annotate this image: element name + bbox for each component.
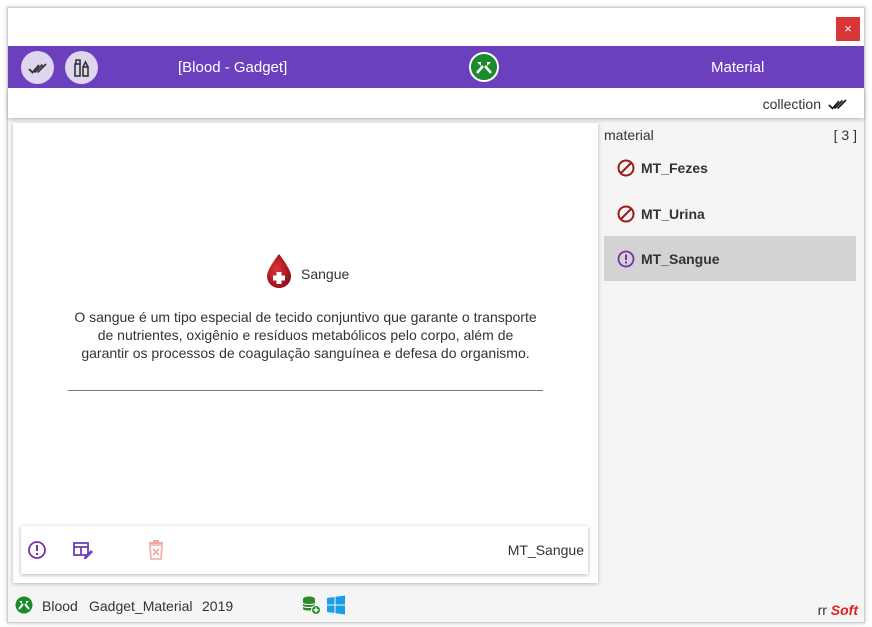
footer-year: 2019 (202, 598, 234, 614)
item-description: O sangue é um tipo especial de tecido co… (74, 309, 537, 361)
delete-button[interactable] (144, 538, 168, 562)
collection-label[interactable]: collection (763, 96, 821, 112)
list-item-mt-fezes[interactable]: MT_Fezes (604, 145, 856, 190)
info-button[interactable] (25, 538, 49, 562)
material-list-panel: material [ 3 ] MT_Fezes MT_Urina MT_Sang… (604, 123, 860, 583)
app-logo-icon[interactable] (469, 52, 499, 82)
item-header: Sangue (263, 252, 349, 295)
delete-icon (149, 540, 163, 560)
app-window: × [Blood - Gadget] Material collection S… (7, 7, 865, 623)
header-bar: [Blood - Gadget] Material (8, 46, 864, 88)
detail-card: Sangue O sangue é um tipo especial de te… (13, 123, 598, 583)
header-section-label: Material (711, 59, 765, 76)
app-logo-icon (15, 596, 33, 619)
list-item-mt-urina[interactable]: MT_Urina (604, 191, 856, 236)
database-add-icon[interactable] (301, 595, 321, 620)
item-name: Sangue (301, 265, 350, 282)
list-count: [ 3 ] (833, 127, 857, 143)
list-item-label: MT_Urina (641, 205, 705, 222)
blocked-icon (617, 205, 635, 222)
title-bar: × (8, 8, 864, 46)
brand-name: Soft (830, 602, 858, 618)
list-item-label: MT_Fezes (641, 159, 708, 176)
close-button[interactable]: × (836, 17, 860, 41)
list-item-mt-sangue[interactable]: MT_Sangue (604, 236, 856, 281)
status-bar: Blood Gadget_Material 2019 rr Soft (8, 591, 864, 623)
list-item-label: MT_Sangue (641, 250, 720, 267)
collection-bar: collection (8, 88, 864, 118)
divider (68, 390, 543, 391)
tools-button[interactable] (65, 51, 98, 84)
footer-app-name: Blood (42, 598, 78, 614)
windows-icon[interactable] (326, 595, 346, 620)
footer-module-name: Gadget_Material (89, 598, 193, 614)
brand-logo: rr Soft (818, 602, 858, 618)
tools-icon (73, 58, 89, 77)
alert-circle-icon (28, 541, 46, 559)
table-edit-icon (73, 542, 93, 559)
list-title: material (604, 127, 654, 143)
brand-prefix: rr (817, 602, 827, 618)
action-bar: MT_Sangue (21, 526, 588, 574)
double-check-button[interactable] (21, 51, 54, 84)
double-check-icon[interactable] (828, 97, 848, 115)
edit-button[interactable] (71, 538, 95, 562)
blood-drop-icon (263, 252, 295, 295)
selected-item-label: MT_Sangue (507, 542, 584, 558)
double-check-icon (27, 62, 47, 74)
blocked-icon (617, 159, 635, 176)
alert-circle-icon (617, 250, 635, 267)
header-title: [Blood - Gadget] (178, 59, 288, 76)
